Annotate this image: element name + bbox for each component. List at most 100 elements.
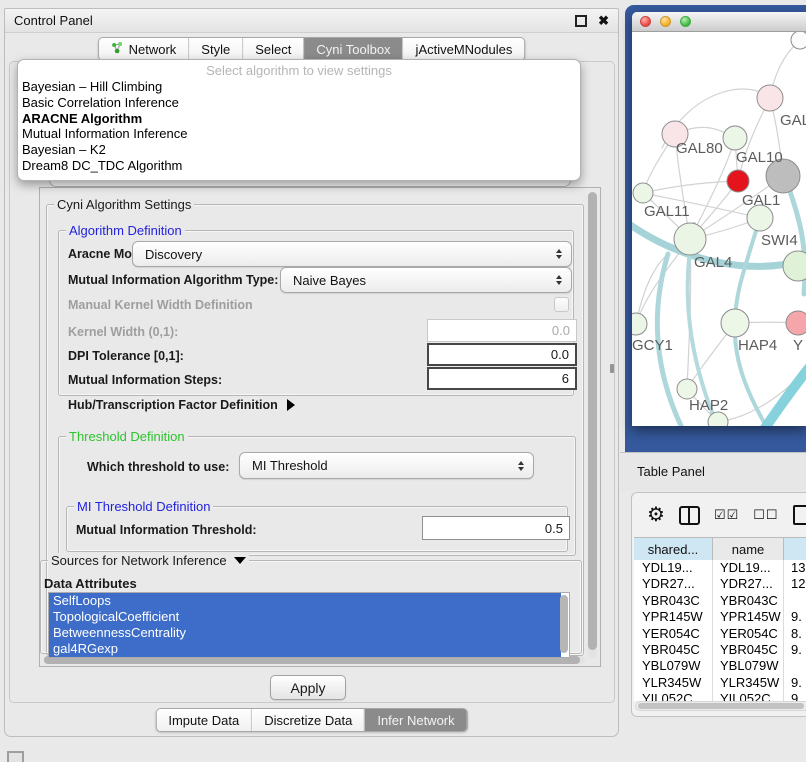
table-row[interactable]: YBR043CYBR043C (634, 593, 806, 609)
node-unlabeled[interactable] (727, 170, 749, 192)
node-hap2[interactable] (677, 379, 697, 399)
table-cell: YDR27... (634, 576, 713, 592)
algorithm-dropdown-placeholder: Select algorithm to view settings (18, 63, 580, 79)
node-label-gcy1: GCY1 (632, 337, 673, 354)
algorithm-definition-title: Algorithm Definition (66, 223, 185, 238)
bottom-tab-bar: Impute Data Discretize DataInfer Network (155, 708, 467, 732)
table-cell: 13 (784, 560, 806, 576)
mit-field[interactable]: 0.5 (422, 516, 570, 540)
close-button[interactable] (640, 16, 651, 27)
list-scrollbar[interactable] (560, 595, 568, 653)
table-rows: YDL19...YDL19...13YDR27...YDR27...12YBR0… (634, 560, 806, 701)
table-row[interactable]: YLR345WYLR345W9. (634, 675, 806, 691)
node-gal4[interactable] (674, 223, 706, 255)
table-cell: YER054C (713, 626, 784, 642)
mi-type-value: Naive Bayes (293, 273, 366, 288)
network-edge (758, 364, 806, 426)
which-threshold-combo[interactable]: MI Threshold (239, 452, 534, 479)
mi-steps-field[interactable]: 6 (427, 367, 577, 390)
node-gal11[interactable] (633, 183, 653, 203)
algorithm-option-bayesian-k2[interactable]: Bayesian – K2 (18, 142, 580, 158)
tab-jactivemnodules[interactable]: jActiveMNodules (403, 38, 525, 60)
node-gal[interactable] (757, 85, 783, 111)
table-row[interactable]: YDL19...YDL19...13 (634, 560, 806, 576)
minimized-panel-icon[interactable] (7, 751, 24, 762)
column-header-name[interactable]: name (713, 538, 784, 560)
tab-label: Impute Data (168, 713, 239, 728)
node-unlabeled[interactable] (791, 32, 806, 49)
node-hap4[interactable] (721, 309, 749, 337)
algorithm-option-dream8-dc-tdc-algorithm[interactable]: Dream8 DC_TDC Algorithm (18, 158, 580, 174)
attribute-item-betweennesscentrality[interactable]: BetweennessCentrality (49, 625, 561, 641)
node-gcy1[interactable] (632, 313, 647, 335)
node-swi4[interactable] (783, 251, 806, 281)
minimize-button[interactable] (660, 16, 671, 27)
algorithm-dropdown-items: Bayesian – Hill ClimbingBasic Correlatio… (18, 79, 580, 174)
tab-cyni-toolbox[interactable]: Cyni Toolbox (303, 38, 402, 60)
node-y[interactable] (786, 311, 806, 335)
table-row[interactable]: YIL052CYIL052C9 (634, 691, 806, 701)
node-label-gal4: GAL4 (694, 254, 732, 271)
gear-icon[interactable] (647, 505, 665, 525)
select-all-icon[interactable] (714, 507, 739, 523)
apply-button[interactable]: Apply (270, 675, 346, 700)
page-icon[interactable] (793, 505, 806, 525)
hub-transcription-expander[interactable]: Hub/Transcription Factor Definition (68, 398, 295, 412)
algorithm-dropdown-popup: Select algorithm to view settings Bayesi… (17, 59, 581, 181)
attribute-item-topologicalcoefficient[interactable]: TopologicalCoefficient (49, 609, 561, 625)
table-header: shared...name (634, 537, 806, 561)
hub-transcription-label: Hub/Transcription Factor Definition (68, 398, 278, 412)
network-window-frame[interactable]: GALGAL80GAL10GAL1GAL11GAL4SWI4GCY1HAP4YH… (625, 5, 806, 453)
close-icon[interactable]: ✖ (598, 15, 609, 27)
sources-title[interactable]: Sources for Network Inference (48, 553, 249, 568)
algorithm-option-mutual-information-inference[interactable]: Mutual Information Inference (18, 126, 580, 142)
tab-style[interactable]: Style (188, 38, 242, 60)
table-row[interactable]: YBR045CYBR045C9. (634, 642, 806, 658)
table-row[interactable]: YER054CYER054C8. (634, 626, 806, 642)
table-cell (784, 593, 806, 609)
panel-splitter-handle[interactable] (610, 364, 614, 373)
table-horizontal-scrollbar[interactable] (635, 701, 806, 711)
float-panel-icon[interactable] (575, 15, 587, 27)
table-row[interactable]: YDR27...YDR27...12 (634, 576, 806, 592)
table-cell: YPR145W (634, 609, 713, 625)
node-gal10[interactable] (723, 126, 747, 150)
control-panel-titlebar: Control Panel ✖ (5, 9, 618, 33)
table-row[interactable]: YPR145WYPR145W9. (634, 609, 806, 625)
settings-vertical-scrollbar[interactable] (588, 192, 597, 658)
network-edge (735, 218, 760, 323)
collapse-down-icon (234, 557, 246, 564)
algorithm-option-basic-correlation-inference[interactable]: Basic Correlation Inference (18, 95, 580, 111)
algorithm-option-bayesian-hill-climbing[interactable]: Bayesian – Hill Climbing (18, 79, 580, 95)
deselect-all-icon[interactable] (753, 507, 778, 523)
mi-threshold-definition-title: MI Threshold Definition (74, 499, 213, 514)
control-panel-title: Control Panel (14, 13, 93, 28)
attribute-item-gal4rgexp[interactable]: gal4RGexp (49, 641, 561, 657)
network-canvas[interactable]: GALGAL80GAL10GAL1GAL11GAL4SWI4GCY1HAP4YH… (632, 32, 806, 426)
aracne-mode-combo[interactable]: Discovery (132, 241, 572, 267)
table-cell: YBR045C (713, 642, 784, 658)
algorithm-option-aracne-algorithm[interactable]: ARACNE Algorithm (18, 111, 580, 127)
control-panel-window: Control Panel ✖ NetworkStyleSelectCyni T… (4, 8, 619, 737)
table-panel-titlebar: Table Panel (620, 452, 806, 491)
manual-kernel-checkbox (554, 297, 569, 312)
table-row[interactable]: YBL079WYBL079W (634, 658, 806, 674)
tab-select[interactable]: Select (242, 38, 303, 60)
column-header-shared[interactable]: shared... (634, 538, 713, 560)
node-label-gal11: GAL11 (644, 203, 690, 220)
attribute-item-selfloops[interactable]: SelfLoops (49, 593, 561, 609)
mi-type-combo[interactable]: Naive Bayes (280, 267, 572, 293)
network-edge (643, 181, 738, 193)
column-header-col3[interactable] (784, 538, 806, 560)
sources-title-text: Sources for Network Inference (51, 553, 227, 568)
tab-discretize-data[interactable]: Discretize Data (251, 709, 364, 731)
split-columns-icon[interactable] (679, 506, 700, 525)
table-cell: YBL079W (713, 658, 784, 674)
node-label-gal10: GAL10 (736, 149, 783, 166)
tab-impute-data[interactable]: Impute Data (156, 709, 251, 731)
tab-infer-network[interactable]: Infer Network (364, 709, 466, 731)
node-label-hap2: HAP2 (689, 397, 728, 414)
zoom-button[interactable] (680, 16, 691, 27)
dpi-tolerance-field[interactable]: 0.0 (427, 343, 577, 366)
tab-network[interactable]: Network (99, 38, 189, 60)
